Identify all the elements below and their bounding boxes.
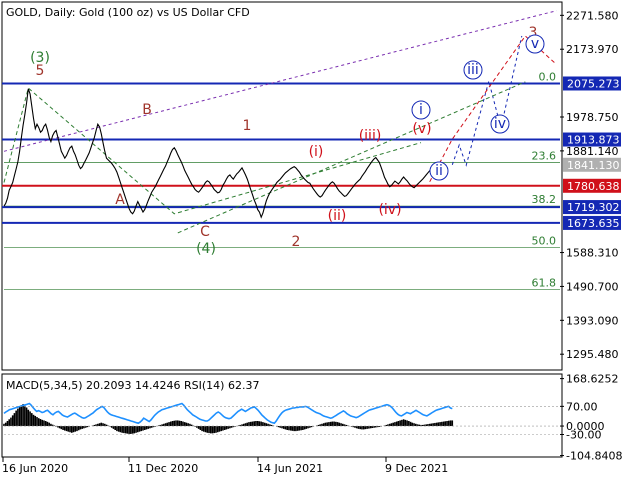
indicator-axis-label: -30.00 [566,428,601,441]
indicator-label: MACD(5,34,5) 20.2093 14.4246 RSI(14) 62.… [6,379,259,392]
price-axis-label: 1393.090 [566,314,619,327]
time-axis-label: 14 Jun 2021 [257,462,323,475]
level-badge-label: 1913.873 [567,134,620,147]
indicator-axis-label: 70.00 [566,400,598,413]
chart-title: GOLD, Daily: Gold (100 oz) vs US Dollar … [6,6,250,19]
level-badge-label: 1841.130 [567,159,620,172]
wave-label: 5 [36,63,45,79]
time-axis-label: 11 Dec 2020 [128,462,198,475]
wave-label: 2 [292,234,301,250]
wave-label: iv [494,116,506,132]
wave-label: B [142,102,152,118]
level-badge-label: 1673.635 [567,217,620,230]
price-axis-label: 2173.970 [566,43,619,56]
fib-label: 38.2 [532,193,557,206]
indicator-axis-label: 168.6252 [566,373,619,386]
wave-label: i [419,102,423,118]
price-axis-label: 1881.140 [566,145,619,158]
wave-label: 1 [243,118,252,134]
fib-label: 0.0 [539,70,557,83]
wave-label: (iv) [378,202,401,218]
time-axis-label: 16 Jun 2020 [2,462,68,475]
fib-label: 61.8 [532,276,557,289]
wave-label: C [200,224,210,240]
wave-label: ii [435,163,443,179]
level-badge-label: 1780.638 [567,180,620,193]
fib-label: 23.6 [532,149,557,162]
price-axis-label: 1978.750 [566,111,619,124]
wave-label: (iii) [359,128,382,144]
wave-label: (ii) [328,208,347,224]
wave-label: (4) [196,241,216,257]
wave-label: iii [467,62,479,78]
level-badge-label: 1719.302 [567,201,620,214]
level-badge-label: 2075.273 [567,77,620,90]
wave-label: (v) [412,121,431,137]
wave-label: v [531,36,539,52]
fib-label: 50.0 [532,234,557,247]
price-axis-label: 1295.480 [566,348,619,361]
price-axis-label: 1490.700 [566,280,619,293]
wave-label: A [115,192,125,208]
chart: 0.023.638.250.061.8 (3)5ABC(4)123(i)(ii)… [0,0,640,480]
price-axis-label: 2271.580 [566,9,619,22]
indicator-axis-label: -104.8408 [566,450,622,463]
wave-label: (i) [309,144,324,160]
price-axis-label: 1588.310 [566,247,619,260]
time-axis-label: 9 Dec 2021 [385,462,448,475]
